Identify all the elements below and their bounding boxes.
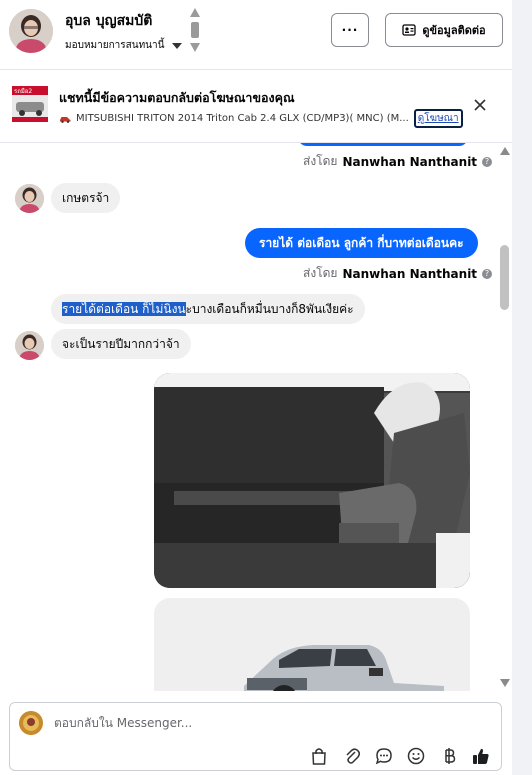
conversation-stepper[interactable] (189, 8, 201, 54)
baht-icon (445, 748, 456, 764)
view-contact-label: ดูข้อมูลติดต่อ (422, 24, 486, 37)
quick-reply-icon (375, 748, 392, 765)
stepper-handle (191, 22, 199, 38)
scroll-up-arrow[interactable] (500, 147, 510, 155)
arrow-up-icon[interactable] (190, 8, 200, 17)
shopping-bag-button[interactable] (309, 746, 329, 766)
arrow-down-icon[interactable] (190, 43, 200, 52)
page-avatar (19, 711, 43, 735)
caret-down-icon (172, 42, 183, 49)
ad-product-name: MITSUBISHI TRITON 2014 Triton Cab 2.4 GL… (76, 113, 409, 124)
selected-text: รายได้ต่อเดือน ก็ไม่นิ่งน (62, 302, 186, 316)
sent-by-row: ส่งโดย Nanwhan Nanthanit ? (303, 152, 493, 171)
reply-input[interactable] (54, 716, 474, 730)
contact-avatar-small (15, 331, 44, 360)
close-icon (474, 99, 486, 111)
incoming-message: รายได้ต่อเดือน ก็ไม่นิ่งนะบางเดือนก็หมื่… (51, 294, 365, 324)
page-gutter (512, 0, 532, 775)
incoming-message: เกษตรจ้า (51, 183, 121, 213)
sent-by-prefix: ส่งโดย (303, 266, 338, 280)
emoji-icon (407, 747, 425, 765)
emoji-button[interactable] (406, 746, 426, 766)
id-card-icon (402, 24, 416, 36)
ad-product-line: MITSUBISHI TRITON 2014 Triton Cab 2.4 GL… (59, 109, 463, 128)
message-text-rest: ะบางเดือนก็หมื่นบางก็8พันเงียค่ะ (185, 302, 354, 316)
sent-by-row: ส่งโดย Nanwhan Nanthanit ? (303, 264, 493, 283)
paperclip-icon (346, 748, 360, 764)
car-icon (60, 116, 71, 123)
ad-reply-banner: รถมือ2 แชทนี้มีข้อความตอบกลับต่อโฆษณาของ… (0, 71, 512, 143)
sender-name: Nanwhan Nanthanit (342, 266, 478, 281)
view-ad-link[interactable]: ดูโฆษณา (413, 109, 463, 128)
attached-photo-interior[interactable] (154, 373, 470, 588)
like-button[interactable] (471, 746, 491, 766)
more-icon: ··· (341, 23, 359, 37)
sent-by-prefix: ส่งโดย (303, 154, 338, 168)
saved-replies-button[interactable] (374, 746, 394, 766)
attached-photo-truck[interactable] (154, 598, 470, 691)
conversation-header: อุบล บุญสมบัติ มอบหมายการสนทนานี้ ··· ดู… (0, 0, 512, 70)
assign-conversation-dropdown[interactable]: มอบหมายการสนทนานี้ (65, 38, 183, 53)
incoming-message: จะเป็นรายปีมากกว่าจ้า (51, 329, 191, 359)
info-icon[interactable]: ? (482, 156, 493, 167)
ad-thumb-text: รถมือ2 (14, 87, 32, 95)
scrollbar-track[interactable] (497, 143, 512, 691)
info-icon[interactable]: ? (482, 268, 493, 279)
ad-banner-title: แชทนี้มีข้อความตอบกลับต่อโฆษณาของคุณ (59, 90, 295, 105)
sender-name: Nanwhan Nanthanit (342, 154, 478, 169)
outgoing-message: รายได้ ต่อเดือน ลูกค้า กี่บาทต่อเดือนคะ (245, 228, 478, 258)
ad-thumbnail[interactable]: รถมือ2 (12, 86, 48, 122)
payment-button[interactable] (439, 746, 459, 766)
message-thread[interactable]: ส่งโดย Nanwhan Nanthanit ? เกษตรจ้า รายไ… (0, 143, 512, 691)
shopping-bag-icon (312, 748, 326, 765)
attach-button[interactable] (342, 746, 362, 766)
more-options-button[interactable]: ··· (331, 13, 369, 47)
reply-composer (9, 702, 502, 771)
assign-label: มอบหมายการสนทนานี้ (65, 40, 165, 51)
scroll-down-arrow[interactable] (500, 679, 510, 687)
scrollbar-thumb[interactable] (500, 245, 509, 310)
contact-avatar[interactable] (9, 9, 53, 53)
thumbs-up-icon (473, 748, 489, 764)
view-contact-button[interactable]: ดูข้อมูลติดต่อ (385, 13, 503, 47)
outgoing-bubble-partial (298, 143, 468, 146)
contact-name: อุบล บุญสมบัติ (65, 13, 153, 29)
close-banner-button[interactable] (472, 97, 488, 113)
contact-avatar-small (15, 184, 44, 213)
